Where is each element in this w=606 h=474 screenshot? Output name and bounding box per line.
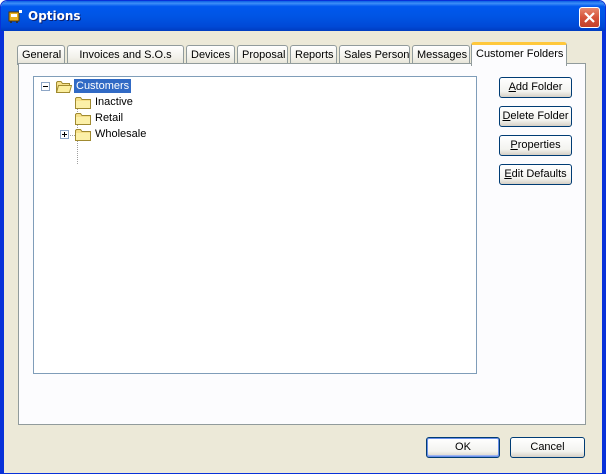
- edit-defaults-mnemonic: E: [504, 168, 512, 180]
- window-border-left: [1, 31, 4, 473]
- properties-button[interactable]: Properties: [499, 135, 572, 156]
- expand-icon[interactable]: [60, 130, 69, 139]
- close-button[interactable]: [579, 7, 600, 28]
- app-icon: [8, 10, 22, 23]
- add-folder-button[interactable]: Add Folder: [499, 77, 572, 98]
- edit-defaults-label: dit Defaults: [511, 168, 567, 180]
- add-folder-label: dd Folder: [515, 81, 563, 93]
- tab-strip: General Invoices and S.O.s Devices Propo…: [17, 42, 597, 66]
- open-folder-icon: [56, 81, 72, 93]
- tab-messages[interactable]: Messages: [412, 45, 470, 65]
- title-bar[interactable]: Options: [1, 1, 605, 31]
- window-border-right: [602, 31, 605, 473]
- window-title: Options: [28, 9, 81, 23]
- tab-invoices-and-sos[interactable]: Invoices and S.O.s: [67, 45, 184, 65]
- tab-general[interactable]: General: [17, 45, 65, 65]
- tree-node-inactive[interactable]: Inactive: [93, 95, 135, 109]
- customer-folders-panel: Customers Inactive Retail Wholesale Add …: [18, 63, 586, 425]
- delete-folder-label: elete Folder: [510, 110, 569, 122]
- properties-mnemonic: P: [510, 139, 518, 151]
- tab-proposal[interactable]: Proposal: [237, 45, 288, 65]
- folder-tree[interactable]: Customers Inactive Retail Wholesale: [33, 76, 477, 374]
- options-dialog: Options General Invoices and S.O.s Devic…: [0, 0, 606, 474]
- add-folder-mnemonic: A: [508, 81, 516, 93]
- edit-defaults-button[interactable]: Edit Defaults: [499, 164, 572, 185]
- folder-icon: [75, 113, 91, 125]
- tab-reports[interactable]: Reports: [290, 45, 337, 65]
- tab-customer-folders[interactable]: Customer Folders: [471, 42, 567, 66]
- collapse-icon[interactable]: [41, 82, 50, 91]
- cancel-button[interactable]: Cancel: [510, 437, 585, 458]
- folder-icon: [75, 97, 91, 109]
- folder-icon: [75, 129, 91, 141]
- tree-node-wholesale[interactable]: Wholesale: [93, 127, 148, 141]
- tree-node-customers[interactable]: Customers: [72, 78, 133, 94]
- properties-label: roperties: [517, 139, 561, 151]
- ok-button[interactable]: OK: [426, 437, 500, 458]
- tree-node-retail[interactable]: Retail: [93, 111, 125, 125]
- tab-sales-person[interactable]: Sales Person: [339, 45, 410, 65]
- delete-folder-button[interactable]: Delete Folder: [499, 106, 572, 127]
- close-icon: [584, 12, 595, 23]
- tab-devices[interactable]: Devices: [186, 45, 235, 65]
